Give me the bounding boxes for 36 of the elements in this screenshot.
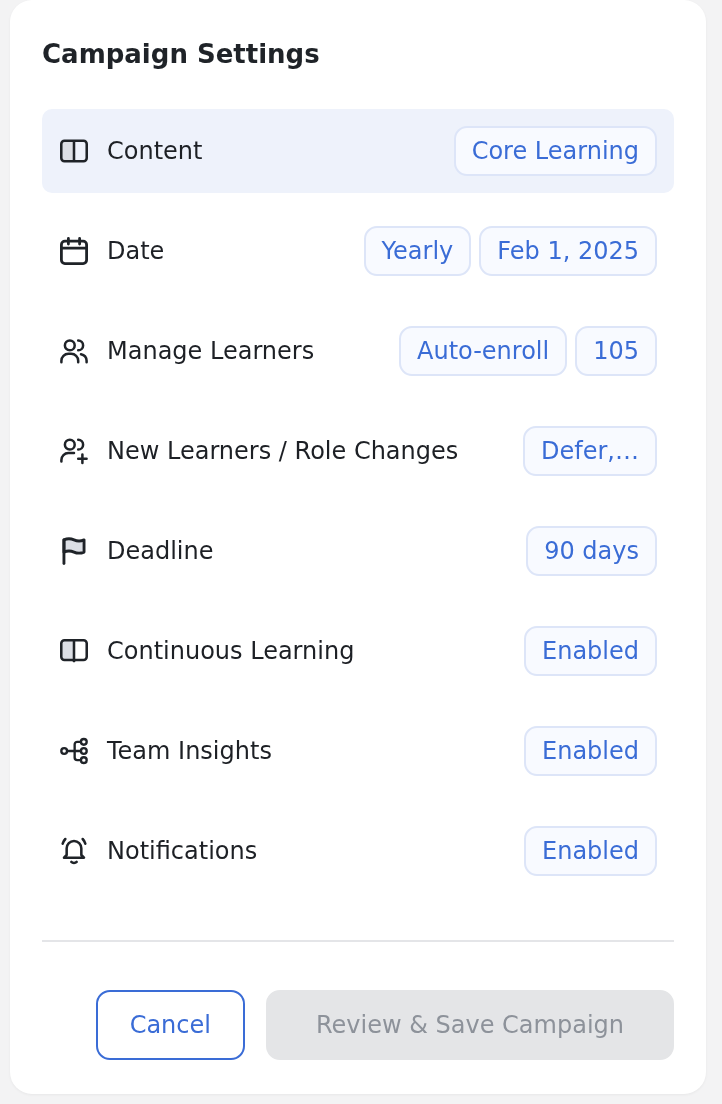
setting-value: Yearly bbox=[363, 226, 472, 276]
setting-label: New Learners / Role Changes bbox=[107, 437, 459, 465]
network-icon bbox=[60, 737, 88, 765]
setting-value: Auto-enroll bbox=[399, 326, 568, 376]
setting-row[interactable]: Team Insights Enabled bbox=[42, 709, 674, 793]
setting-value: 90 days bbox=[526, 526, 657, 576]
setting-row[interactable]: Manage Learners Auto-enroll 105 bbox=[42, 309, 674, 393]
setting-label: Continuous Learning bbox=[107, 637, 355, 665]
setting-value: 105 bbox=[575, 326, 657, 376]
panel-title: Campaign Settings bbox=[42, 38, 320, 71]
setting-value: Enabled bbox=[524, 726, 657, 776]
setting-value: Defer,… bbox=[523, 426, 657, 476]
setting-row[interactable]: New Learners / Role Changes Defer,… bbox=[42, 409, 674, 493]
calendar-icon bbox=[60, 237, 88, 265]
setting-label: Notifications bbox=[107, 837, 258, 865]
setting-label: Manage Learners bbox=[107, 337, 315, 365]
setting-label: Date bbox=[107, 237, 165, 265]
cancel-button[interactable]: Cancel bbox=[95, 990, 245, 1060]
bell-icon bbox=[60, 837, 88, 865]
setting-row[interactable]: Deadline 90 days bbox=[42, 509, 674, 593]
setting-row[interactable]: Content Core Learning bbox=[42, 109, 674, 193]
book-open-icon bbox=[60, 637, 88, 665]
setting-value: Enabled bbox=[524, 626, 657, 676]
setting-value: Core Learning bbox=[453, 126, 657, 176]
setting-row[interactable]: Continuous Learning Enabled bbox=[42, 609, 674, 693]
setting-value: Enabled bbox=[524, 826, 657, 876]
setting-label: Team Insights bbox=[107, 737, 272, 765]
book-icon bbox=[60, 137, 88, 165]
user-plus-icon bbox=[60, 437, 88, 465]
setting-label: Deadline bbox=[107, 537, 214, 565]
setting-label: Content bbox=[107, 137, 203, 165]
setting-value: Feb 1, 2025 bbox=[479, 226, 657, 276]
flag-icon bbox=[60, 537, 88, 565]
users-icon bbox=[60, 337, 88, 365]
setting-row[interactable]: Notifications Enabled bbox=[42, 809, 674, 893]
setting-row[interactable]: Date Yearly Feb 1, 2025 bbox=[42, 209, 674, 293]
